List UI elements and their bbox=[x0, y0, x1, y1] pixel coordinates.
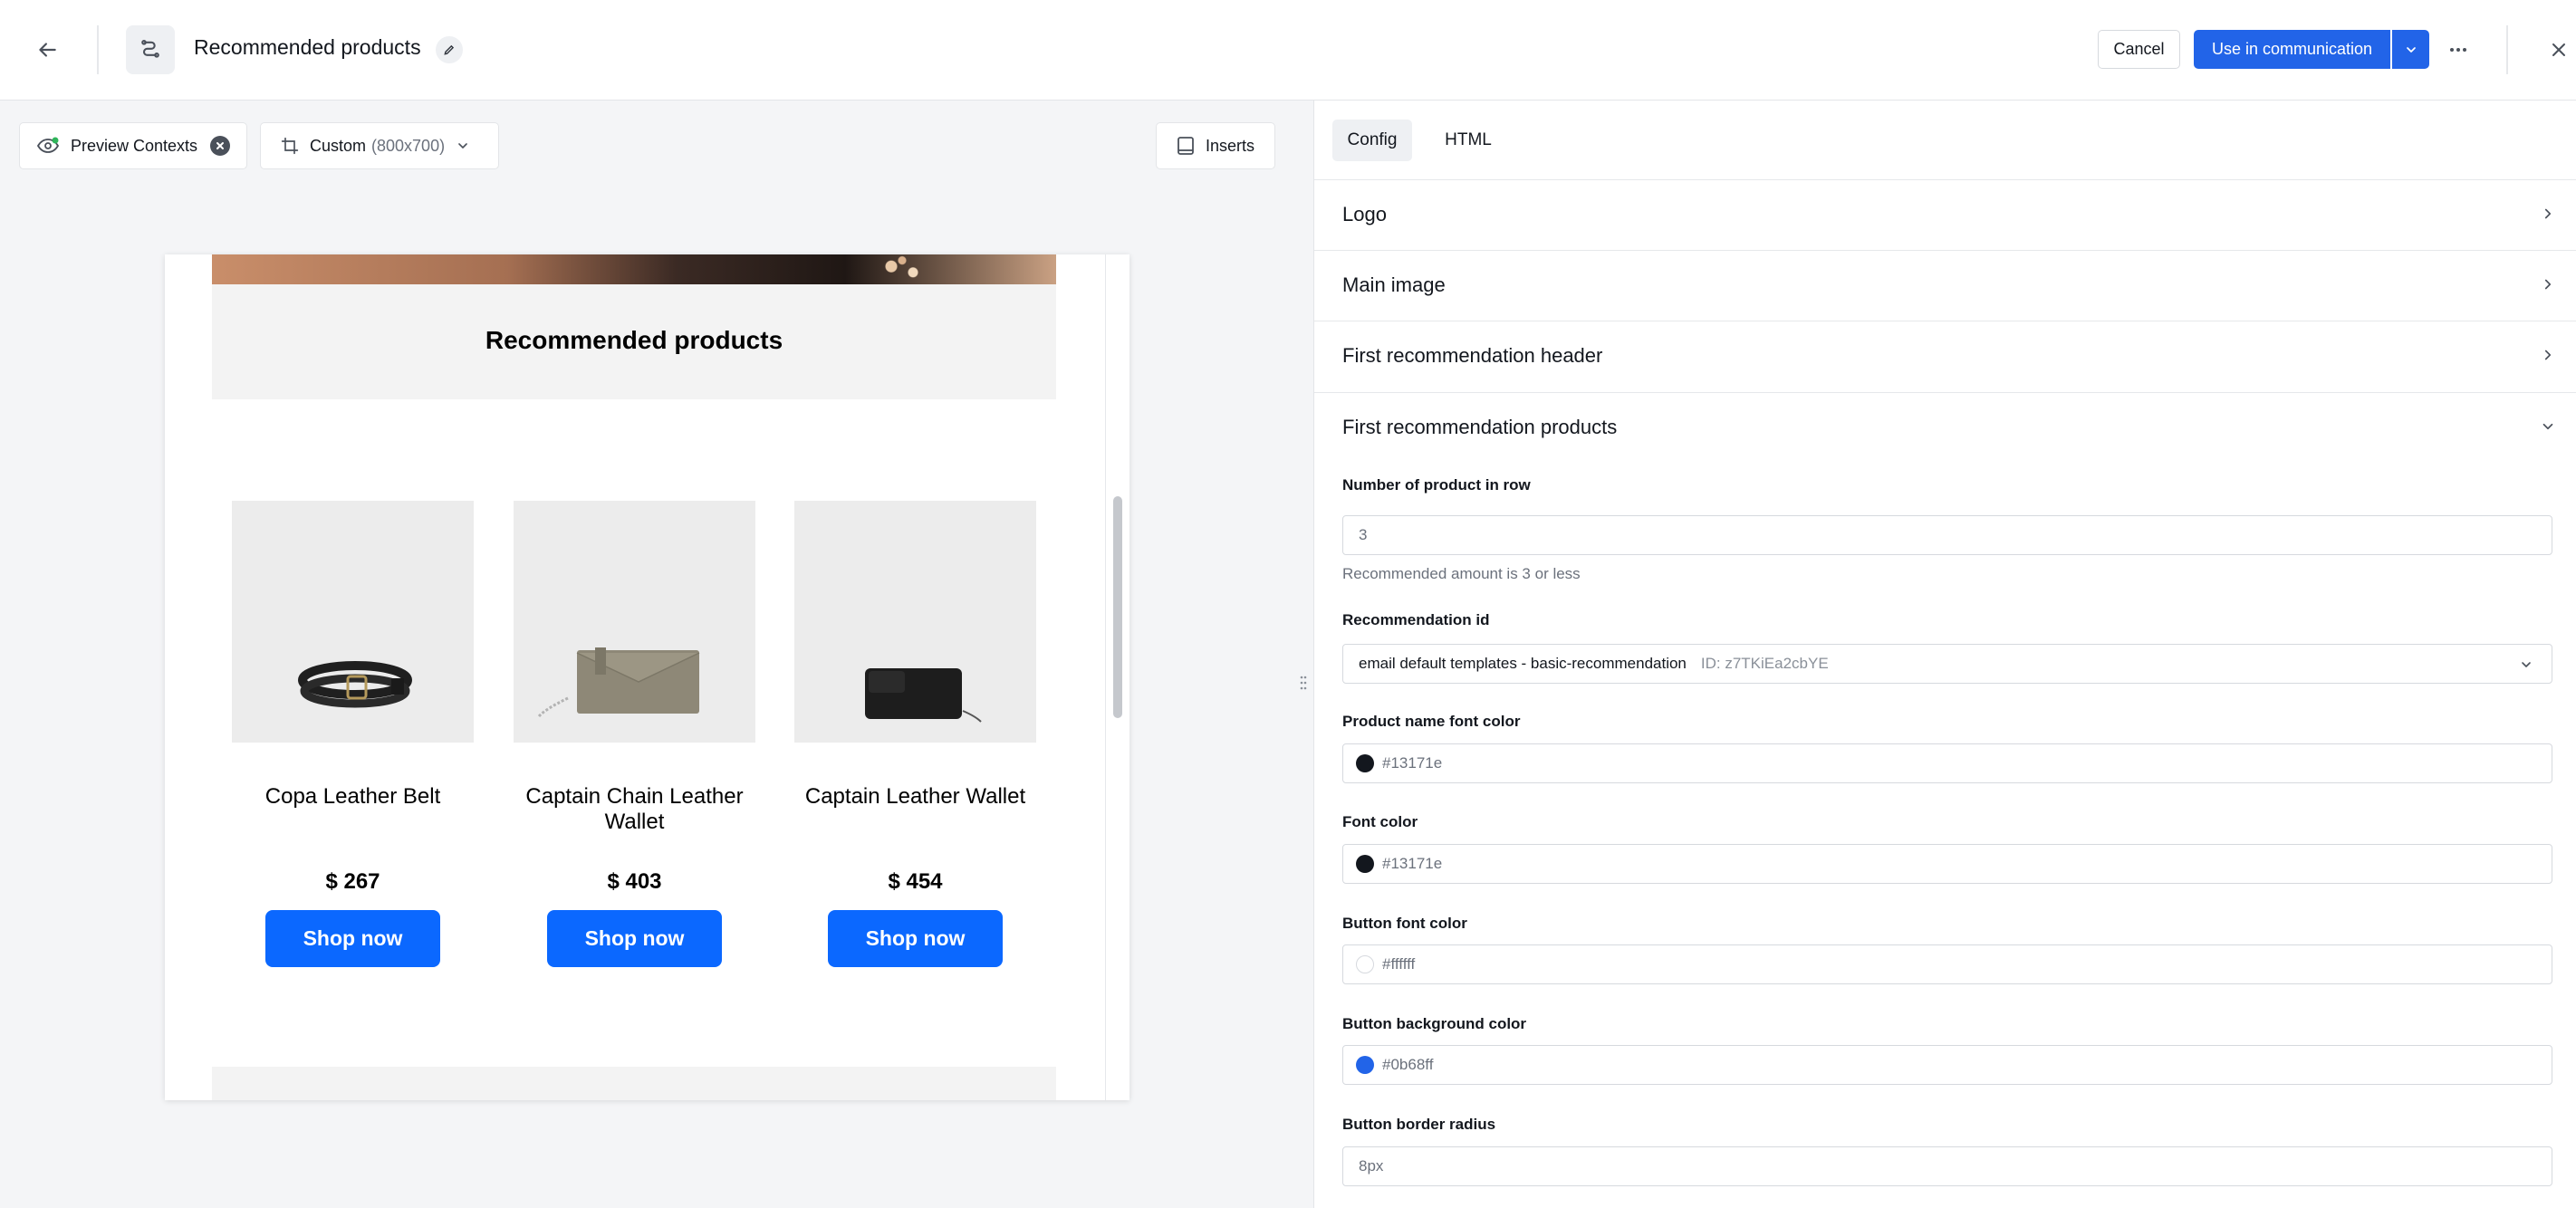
crop-icon bbox=[281, 137, 299, 155]
chevron-right-icon bbox=[2544, 350, 2552, 360]
product-price: $ 403 bbox=[607, 869, 662, 894]
chevron-down-icon bbox=[458, 143, 467, 149]
header-divider-right bbox=[2506, 25, 2508, 74]
header-divider bbox=[97, 25, 99, 74]
color-swatch[interactable] bbox=[1356, 855, 1374, 873]
panel-resize-handle[interactable] bbox=[1299, 675, 1308, 691]
field-value: 3 bbox=[1359, 526, 1368, 543]
field-label: Button border radius bbox=[1342, 1116, 1496, 1133]
chevron-right-icon bbox=[2544, 279, 2552, 290]
eye-icon bbox=[36, 137, 60, 153]
color-swatch[interactable] bbox=[1356, 955, 1374, 973]
field-label: Button font color bbox=[1342, 915, 1467, 932]
inserts-label: Inserts bbox=[1206, 136, 1255, 155]
main-image-detail bbox=[870, 254, 942, 284]
tab-config[interactable]: Config bbox=[1332, 120, 1412, 161]
cancel-button[interactable]: Cancel bbox=[2098, 30, 2180, 69]
product-name-font-color-input[interactable]: #13171e bbox=[1342, 743, 2552, 783]
product-image bbox=[232, 501, 474, 743]
recommendation-id-text: ID: z7TKiEa2cbYE bbox=[1700, 655, 1829, 672]
chevron-down-icon bbox=[2522, 662, 2531, 667]
field-label: Recommendation id bbox=[1342, 611, 1490, 628]
button-background-color-input[interactable]: #0b68ff bbox=[1342, 1045, 2552, 1085]
next-block bbox=[212, 1067, 1056, 1100]
product-image bbox=[514, 501, 755, 743]
font-color-input[interactable]: #13171e bbox=[1342, 844, 2552, 884]
field-value: #ffffff bbox=[1382, 955, 1416, 973]
pencil-icon bbox=[444, 44, 455, 55]
clear-preview-contexts-button[interactable] bbox=[210, 136, 231, 156]
field-label: Product name font color bbox=[1342, 713, 1521, 730]
more-options-button[interactable] bbox=[2438, 30, 2478, 70]
field-label: Button background color bbox=[1342, 1015, 1527, 1032]
shop-now-button[interactable]: Shop now bbox=[547, 910, 722, 967]
use-in-communication-button[interactable]: Use in communication bbox=[2194, 30, 2390, 69]
inserts-button[interactable]: Inserts bbox=[1156, 122, 1275, 169]
recommendation-title: Recommended products bbox=[485, 326, 783, 354]
edit-title-button[interactable] bbox=[436, 36, 463, 63]
products-per-row-input[interactable]: 3 bbox=[1342, 515, 2552, 555]
field-value: 8px bbox=[1359, 1157, 1384, 1174]
recommendation-id-select[interactable]: email default templates - basic-recommen… bbox=[1342, 644, 2552, 684]
close-button[interactable] bbox=[2542, 33, 2576, 67]
canvas-size-dropdown[interactable]: Custom (800x700) bbox=[260, 122, 499, 169]
section-label: Main image bbox=[1342, 273, 1446, 296]
clutch-icon bbox=[537, 647, 700, 718]
arrow-left-icon bbox=[39, 43, 56, 57]
back-button[interactable] bbox=[27, 30, 67, 70]
button-border-radius-input[interactable]: 8px bbox=[1342, 1146, 2552, 1186]
product-name: Copa Leather Belt bbox=[264, 784, 441, 809]
field-value: #0b68ff bbox=[1382, 1056, 1434, 1073]
product-name: Captain Leather Wallet bbox=[804, 784, 1026, 809]
more-horizontal-icon bbox=[2450, 48, 2466, 52]
page-title: Recommended products bbox=[194, 35, 421, 59]
tab-html[interactable]: HTML bbox=[1429, 120, 1507, 161]
preview-scrollbar[interactable] bbox=[1113, 496, 1122, 718]
chevron-down-icon bbox=[2542, 423, 2553, 430]
product-image bbox=[794, 501, 1036, 743]
field-label: Font color bbox=[1342, 813, 1418, 830]
shop-now-button[interactable]: Shop now bbox=[265, 910, 440, 967]
section-first-recommendation-header[interactable]: First recommendation header bbox=[1314, 321, 2576, 390]
color-swatch[interactable] bbox=[1356, 754, 1374, 772]
chevron-right-icon bbox=[2544, 208, 2552, 219]
section-label: First recommendation products bbox=[1342, 416, 1618, 438]
book-icon bbox=[1177, 137, 1194, 155]
use-in-communication-dropdown[interactable] bbox=[2392, 30, 2429, 69]
select-value: email default templates - basic-recommen… bbox=[1359, 655, 1687, 672]
section-main-image[interactable]: Main image bbox=[1314, 251, 2576, 320]
section-label: Logo bbox=[1342, 203, 1387, 225]
close-icon bbox=[2552, 43, 2565, 56]
field-value: #13171e bbox=[1382, 855, 1443, 872]
field-hint: Recommended amount is 3 or less bbox=[1342, 565, 1581, 582]
preview-contexts-button[interactable]: Preview Contexts bbox=[19, 122, 247, 169]
chevron-down-icon bbox=[2406, 46, 2416, 53]
belt-icon bbox=[298, 661, 412, 708]
canvas-size-label: Custom bbox=[310, 136, 367, 155]
template-icon bbox=[126, 25, 175, 74]
canvas-size-value: (800x700) bbox=[371, 136, 446, 155]
section-logo[interactable]: Logo bbox=[1314, 180, 2576, 249]
preview-contexts-label: Preview Contexts bbox=[71, 136, 198, 155]
section-label: First recommendation header bbox=[1342, 344, 1603, 367]
drag-handle-icon bbox=[1300, 676, 1307, 690]
field-label: Number of product in row bbox=[1342, 476, 1531, 494]
product-price: $ 454 bbox=[888, 869, 943, 894]
section-first-recommendation-products[interactable]: First recommendation products bbox=[1314, 393, 2576, 462]
field-value: #13171e bbox=[1382, 754, 1443, 772]
wallet-icon bbox=[865, 668, 982, 723]
product-price: $ 267 bbox=[325, 869, 380, 894]
button-font-color-input[interactable]: #ffffff bbox=[1342, 944, 2552, 984]
product-name: Captain Chain Leather Wallet bbox=[525, 784, 744, 834]
color-swatch[interactable] bbox=[1356, 1056, 1374, 1074]
close-icon bbox=[216, 142, 225, 149]
shop-now-button[interactable]: Shop now bbox=[828, 910, 1003, 967]
